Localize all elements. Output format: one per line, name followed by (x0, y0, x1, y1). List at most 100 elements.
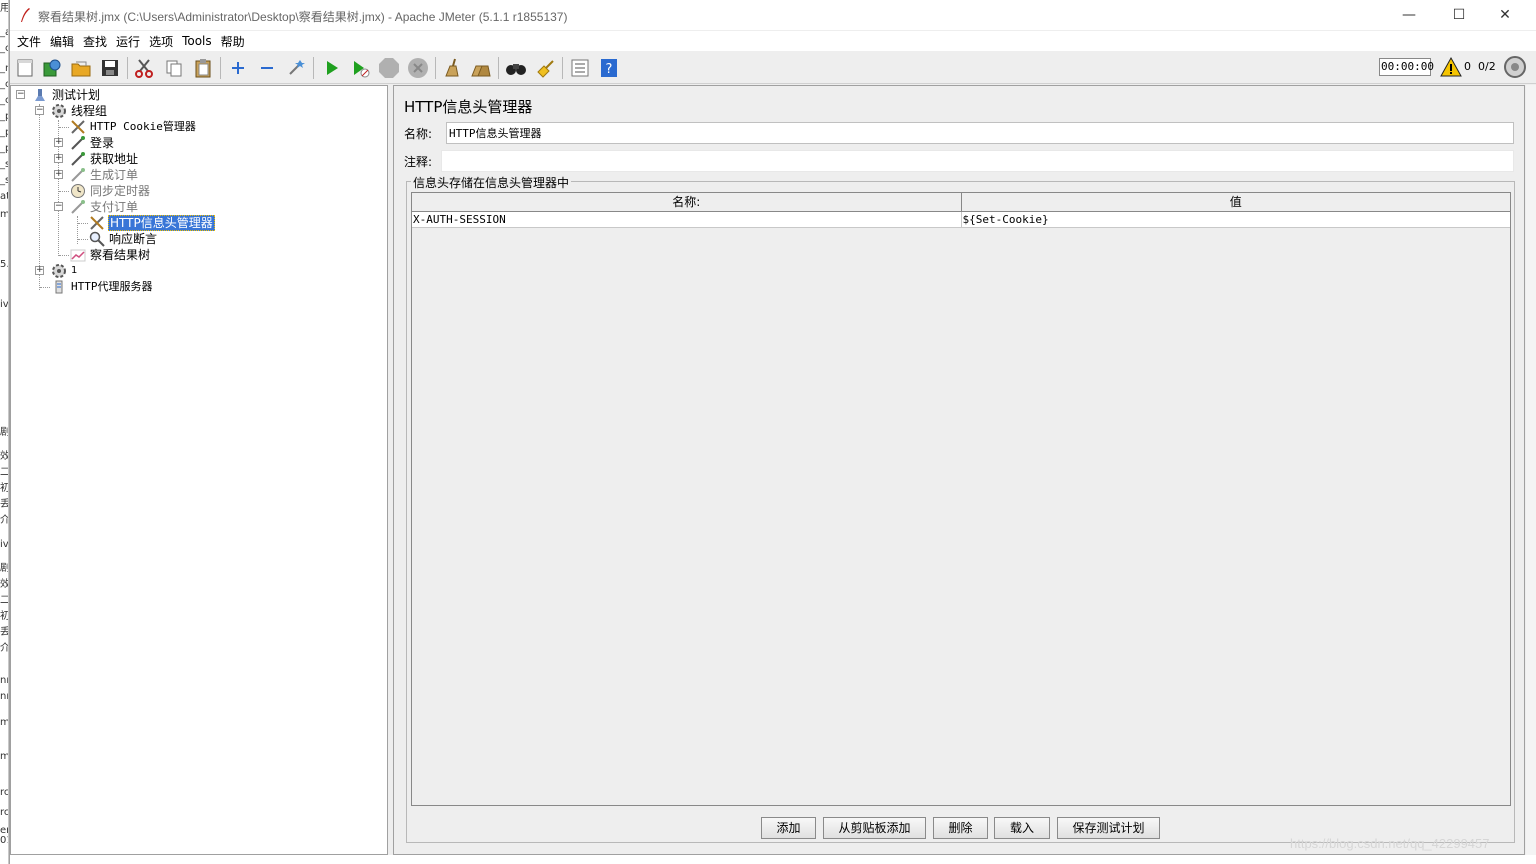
copy-button[interactable] (162, 56, 186, 80)
background-text-fragment: nr (0, 691, 8, 702)
tree-node-label: HTTP代理服务器 (71, 280, 153, 293)
expand-toggle[interactable]: + (54, 154, 63, 163)
save-test-plan-button[interactable]: 保存测试计划 (1057, 817, 1160, 839)
open-button[interactable] (69, 56, 93, 80)
column-header-value[interactable]: 值 (961, 193, 1510, 212)
reset-search-button[interactable] (533, 56, 557, 80)
tree-node-cookie-manager[interactable]: HTTP Cookie管理器 (69, 119, 197, 135)
comment-field[interactable] (441, 150, 1514, 172)
gear-icon (50, 263, 68, 279)
toolbar-separator (498, 57, 499, 79)
tree-node-view-results-tree[interactable]: 察看结果树 (69, 247, 151, 263)
headers-group: 信息头存储在信息头管理器中 名称: 值 X-AUTH-SESSION ${Set… (406, 174, 1515, 843)
toggle-button[interactable] (284, 56, 308, 80)
start-no-pause-button[interactable] (348, 56, 372, 80)
expand-toggle[interactable]: + (54, 170, 63, 179)
toggle-wand-icon (289, 60, 305, 75)
close-button[interactable]: ✕ (1482, 0, 1528, 30)
tree-node-thread-group[interactable]: 线程组 (50, 103, 108, 119)
menu-options[interactable]: 选项 (145, 33, 178, 50)
function-helper-button[interactable] (568, 56, 592, 80)
table-row[interactable]: X-AUTH-SESSION ${Set-Cookie} (412, 212, 1510, 228)
shutdown-button[interactable] (406, 56, 430, 80)
menu-file[interactable]: 文件 (13, 33, 46, 50)
background-text-fragment: 二 (0, 595, 9, 606)
menu-search[interactable]: 查找 (79, 33, 112, 50)
menu-help[interactable]: 帮助 (217, 33, 250, 50)
menu-run[interactable]: 运行 (112, 33, 145, 50)
name-field[interactable] (446, 122, 1514, 144)
background-window-edge: 用_a_c_n_c_c_p_p_p_s_satm5.iv剧效二初丢介iv剧效二初… (0, 0, 9, 864)
tree-node-sync-timer[interactable]: 同步定时器 (69, 183, 151, 199)
copy-icon (166, 60, 182, 77)
clear-button[interactable] (440, 56, 464, 80)
background-text-fragment: 丢 (0, 499, 9, 510)
toolbar-separator (435, 57, 436, 79)
search-button[interactable] (504, 56, 528, 80)
svg-text:?: ? (606, 62, 613, 77)
tree-node-http-proxy[interactable]: HTTP代理服务器 (50, 279, 154, 295)
stop-button[interactable] (377, 56, 401, 80)
header-value-cell[interactable]: ${Set-Cookie} (962, 212, 1511, 228)
active-threads: 0/2 (1478, 60, 1496, 73)
collapse-toggle[interactable]: − (35, 106, 44, 115)
background-text-fragment: _s (0, 175, 8, 186)
background-text-fragment: 效 (0, 579, 9, 590)
collapse-toggle[interactable]: − (16, 90, 25, 99)
toolbar: ? 00:00:00 0 0/2 (10, 51, 1536, 84)
tree-node-label: 线程组 (71, 104, 108, 118)
tree-node-get-address[interactable]: 获取地址 (69, 151, 139, 167)
menu-edit[interactable]: 编辑 (46, 33, 79, 50)
warning-count: 0 (1464, 60, 1471, 73)
expand-toggle[interactable]: + (54, 138, 63, 147)
clear-all-button[interactable] (469, 56, 493, 80)
background-text-fragment: _p (0, 127, 8, 138)
help-button[interactable]: ? (597, 56, 621, 80)
delete-button[interactable]: 删除 (933, 817, 988, 839)
stop-icon (379, 58, 399, 78)
tree-node-test-plan[interactable]: 测试计划 (31, 87, 101, 103)
remote-status-icon (1504, 56, 1526, 78)
tree-node-label: 测试计划 (52, 88, 101, 102)
load-button[interactable]: 载入 (994, 817, 1050, 839)
collapse-all-button[interactable] (255, 56, 279, 80)
tree-node-login[interactable]: 登录 (69, 135, 115, 151)
column-header-name[interactable]: 名称: (412, 193, 962, 212)
headers-table[interactable]: 名称: 值 X-AUTH-SESSION ${Set-Cookie} (411, 192, 1511, 806)
background-text-fragment: _c (0, 43, 8, 54)
add-from-clipboard-button[interactable]: 从剪贴板添加 (823, 817, 926, 839)
tree-node-thread-group-1[interactable]: 1 (50, 263, 78, 279)
tree-node-create-order[interactable]: 生成订单 (69, 167, 139, 183)
tree-connector (78, 239, 88, 240)
start-button[interactable] (320, 56, 344, 80)
tree-node-header-manager[interactable]: HTTP信息头管理器 (88, 215, 215, 231)
background-text-fragment: m (0, 717, 9, 728)
new-button[interactable] (13, 56, 37, 80)
expand-all-button[interactable] (226, 56, 250, 80)
test-plan-icon (31, 87, 49, 103)
paste-button[interactable] (191, 56, 215, 80)
tree-node-label: 生成订单 (90, 168, 139, 182)
tree-node-pay-order[interactable]: 支付订单 (69, 199, 139, 215)
pipette-icon (69, 167, 87, 183)
add-button[interactable]: 添加 (761, 817, 816, 839)
maximize-button[interactable]: ☐ (1436, 0, 1482, 30)
binoculars-icon (506, 64, 526, 75)
collapse-toggle[interactable]: − (54, 202, 63, 211)
plus-icon (232, 62, 244, 74)
templates-button[interactable] (40, 56, 64, 80)
minimize-icon: — (1402, 7, 1416, 23)
expand-toggle[interactable]: + (35, 266, 44, 275)
warning-icon[interactable] (1440, 56, 1462, 78)
header-name-cell[interactable]: X-AUTH-SESSION (412, 212, 962, 228)
cut-button[interactable] (132, 56, 156, 80)
minimize-button[interactable]: — (1386, 0, 1432, 30)
background-text-fragment: _p (0, 111, 8, 122)
tree-connector (59, 255, 69, 256)
tree-node-response-assertion[interactable]: 响应断言 (88, 231, 158, 247)
tree-node-label: 1 (71, 265, 78, 276)
reset-search-broom-icon (537, 60, 554, 78)
shutdown-icon (408, 58, 428, 78)
save-button[interactable] (98, 56, 122, 80)
menu-tools[interactable]: Tools (178, 34, 217, 48)
